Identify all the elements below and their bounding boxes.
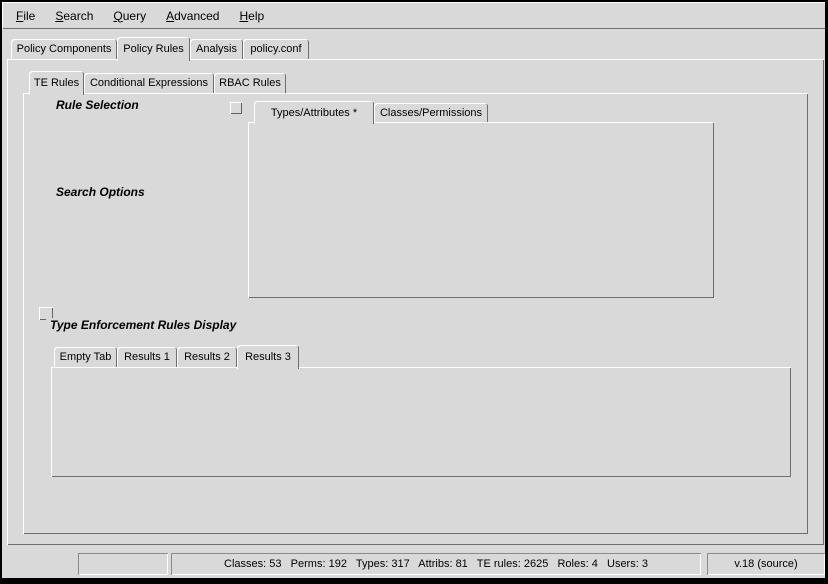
tab-empty[interactable]: Empty Tab <box>54 347 117 367</box>
tab-results-1[interactable]: Results 1 <box>117 347 177 367</box>
menu-file[interactable]: File <box>6 6 45 26</box>
search-options-title: Search Options <box>52 185 149 199</box>
status-left-box <box>78 553 168 575</box>
tab-results-2[interactable]: Results 2 <box>177 347 237 367</box>
menu-advanced[interactable]: Advanced <box>156 6 229 26</box>
policy-version: v.18 (source) <box>734 558 797 570</box>
tab-classes-permissions[interactable]: Classes/Permissions <box>374 103 488 122</box>
tab-results-3[interactable]: Results 3 <box>237 345 299 369</box>
menu-query[interactable]: Query <box>103 6 156 26</box>
policy-stats: Classes: 53 Perms: 192 Types: 317 Attrib… <box>224 558 648 570</box>
tab-types-attributes[interactable]: Types/Attributes * <box>254 101 374 124</box>
status-stats-box: Classes: 53 Perms: 192 Types: 317 Attrib… <box>171 553 701 575</box>
menu-search[interactable]: Search <box>45 6 103 26</box>
te-display-title: Type Enforcement Rules Display <box>46 318 240 332</box>
results-page <box>51 367 791 477</box>
apol-window: File Search Query Advanced Help Policy C… <box>0 0 828 584</box>
tab-policy-components[interactable]: Policy Components <box>11 39 117 59</box>
status-version-box: v.18 (source) <box>707 553 825 575</box>
tab-policy-rules[interactable]: Policy Rules <box>117 37 190 61</box>
tab-te-rules[interactable]: TE Rules <box>29 71 84 95</box>
menu-help[interactable]: Help <box>229 6 274 26</box>
tab-conditional-expressions[interactable]: Conditional Expressions <box>84 73 214 93</box>
types-attributes-page <box>248 122 714 298</box>
tab-analysis[interactable]: Analysis <box>190 39 243 59</box>
menubar: File Search Query Advanced Help <box>2 2 825 29</box>
vertical-sash-handle[interactable] <box>230 102 242 114</box>
tab-policy-conf[interactable]: policy.conf <box>243 39 309 59</box>
tab-rbac-rules[interactable]: RBAC Rules <box>214 73 286 93</box>
rule-selection-title: Rule Selection <box>52 98 143 112</box>
